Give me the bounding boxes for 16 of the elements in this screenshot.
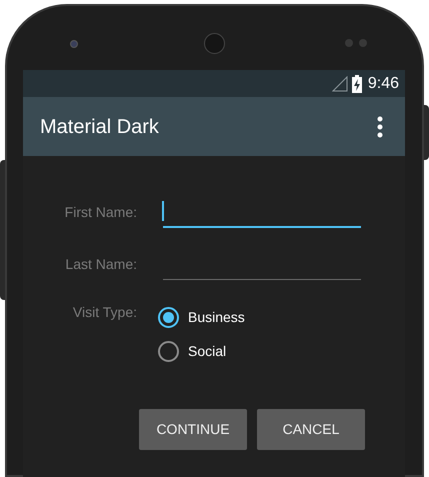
more-options-icon[interactable] bbox=[377, 116, 383, 138]
field-label: Last Name: bbox=[64, 255, 137, 274]
continue-button[interactable]: CONTINUE bbox=[139, 409, 247, 450]
app-title: Material Dark bbox=[40, 114, 159, 140]
battery-icon bbox=[352, 74, 362, 92]
radio-option[interactable]: Business bbox=[158, 300, 245, 334]
field-label: First Name: bbox=[64, 203, 137, 222]
radio-button[interactable] bbox=[158, 306, 179, 328]
text-cursor bbox=[162, 201, 164, 221]
sensor-icon bbox=[345, 39, 369, 47]
status-time: 9:46 bbox=[368, 74, 399, 94]
cancel-button[interactable]: CANCEL bbox=[257, 409, 365, 450]
signal-icon bbox=[332, 76, 348, 92]
radio-option[interactable]: Social bbox=[158, 334, 245, 368]
radio-button[interactable] bbox=[158, 340, 179, 362]
field-label: Visit Type: bbox=[72, 303, 137, 322]
